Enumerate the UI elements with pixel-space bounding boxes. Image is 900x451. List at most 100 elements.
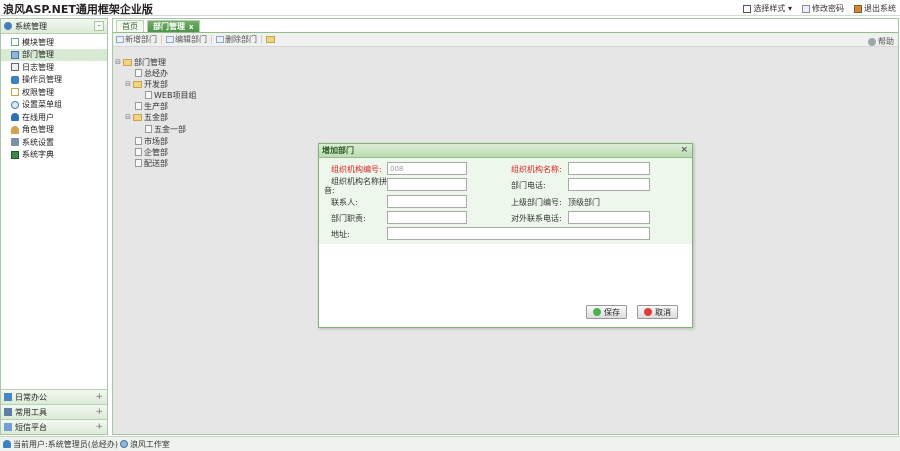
section-daily-office[interactable]: 日常办公 + [1,389,107,404]
tree-node[interactable]: 配送部 [135,158,168,168]
dialog-title: 增加部门 [322,146,354,155]
delete-department-button[interactable]: 删除部门 [216,34,257,45]
tab-home[interactable]: 首页 [116,20,144,32]
add-department-button[interactable]: 新增部门 [116,34,157,45]
tree-node-label: 部门管理 [134,57,166,67]
tree-node-label: 开发部 [144,79,168,89]
sidebar-header[interactable]: 系统管理 – [1,19,107,34]
tree-icon [11,38,19,47]
dialog-form: 组织机构编号: 组织机构名称: 组织机构名称拼 音: 部门电话: 联系人: 上级… [319,158,692,244]
expand-icon: + [95,422,103,432]
cancel-button[interactable]: 取消 [637,305,678,319]
sidebar-menu: 模块管理 部门管理 日志管理 操作员管理 权限管理 设置菜单组 在线用户 角色管… [1,34,107,161]
add-label: 新增部门 [125,35,157,44]
contact-label: 联系人: [331,198,358,207]
page-icon [135,148,142,156]
edit-department-button[interactable]: 编辑部门 [166,34,207,45]
sidebar-item-label: 部门管理 [22,50,54,60]
studio-text: 浪风工作室 [129,439,170,449]
toolbar-divider [261,35,262,44]
sidebar-item-logs[interactable]: 日志管理 [1,61,107,74]
sidebar-item-online-users[interactable]: 在线用户 [1,111,107,124]
sidebar-item-modules[interactable]: 模块管理 [1,36,107,49]
form-row: 部门职责: 对外联系电话: [319,211,692,227]
online-user-icon [11,113,19,122]
toolbar: 新增部门 编辑部门 删除部门 帮助 [113,33,898,47]
section-label: 日常办公 [15,392,47,402]
expander-icon[interactable]: ⊟ [115,58,121,66]
sms-icon [4,423,12,431]
add-icon [116,36,124,43]
form-row: 组织机构名称拼 音: 部门电话: [319,177,692,195]
tree-node[interactable]: 生产部 [135,101,168,111]
section-label: 常用工具 [15,407,47,417]
change-password-link[interactable]: 修改密码 [802,3,844,14]
folder-icon [266,36,275,43]
cancel-icon [644,308,652,316]
tree-node-root[interactable]: ⊟ 部门管理 [115,57,166,67]
sidebar-sections: 日常办公 + 常用工具 + 短信平台 + [1,389,107,434]
contact-input[interactable] [387,195,467,208]
section-common-tools[interactable]: 常用工具 + [1,404,107,419]
header-links: 选择样式 ▾ 修改密码 退出系统 [743,3,896,14]
address-input[interactable] [387,227,650,240]
tree-node-label: WEB项目组 [154,90,197,100]
section-sms-platform[interactable]: 短信平台 + [1,419,107,434]
select-style-link[interactable]: 选择样式 ▾ [743,3,792,14]
sidebar-item-dictionary[interactable]: 系统字典 [1,149,107,162]
tree-node[interactable]: 总经办 [135,68,168,78]
delete-icon [216,36,224,43]
phone-label: 部门电话: [511,181,546,190]
help-button[interactable]: 帮助 [868,36,894,47]
tools-icon [4,408,12,416]
tree-node-label: 企管部 [144,147,168,157]
sidebar-item-permissions[interactable]: 权限管理 [1,86,107,99]
org-code-input[interactable] [387,162,467,175]
folder-button[interactable] [266,36,275,43]
form-row: 地址: [319,227,692,243]
tree-node-label: 总经办 [144,68,168,78]
sidebar-item-label: 角色管理 [22,125,54,135]
door-icon [854,4,862,13]
tree-node[interactable]: ⊟ 开发部 [125,79,168,89]
org-code-label: 组织机构编号: [331,165,382,174]
check-icon [593,308,601,316]
tree-node-label: 市场部 [144,136,168,146]
select-style-label: 选择样式 ▾ [753,4,792,13]
save-button[interactable]: 保存 [586,305,627,319]
tree-node[interactable]: ⊟ 五金部 [125,112,168,122]
tab-label: 首页 [122,22,138,31]
expander-icon[interactable]: ⊟ [125,113,131,121]
org-name-input[interactable] [568,162,650,175]
tree-node[interactable]: WEB项目组 [145,90,196,100]
phone-input[interactable] [568,178,650,191]
help-icon [868,37,876,46]
org-pinyin-label: 组织机构名称拼 [331,177,387,186]
delete-label: 删除部门 [225,35,257,44]
tree-node[interactable]: 市场部 [135,136,168,146]
close-icon[interactable]: x [189,23,194,31]
tree-node[interactable]: 五金一部 [145,124,186,134]
duty-input[interactable] [387,211,467,224]
tree-node-label: 配送部 [144,158,168,168]
collapse-button[interactable]: – [94,21,104,31]
sidebar-item-system-settings[interactable]: 系统设置 [1,136,107,149]
sidebar-item-roles[interactable]: 角色管理 [1,124,107,137]
sidebar: 系统管理 – 模块管理 部门管理 日志管理 操作员管理 权限管理 设置菜单组 在… [0,18,108,435]
sidebar-item-operators[interactable]: 操作员管理 [1,74,107,87]
org-pinyin-input[interactable] [387,178,467,191]
logout-link[interactable]: 退出系统 [854,3,896,14]
dialog-body: 保存 取消 [319,244,692,327]
page-icon [135,159,142,167]
close-icon[interactable]: × [680,145,688,155]
sidebar-item-departments[interactable]: 部门管理 [1,48,107,61]
tree-node[interactable]: 企管部 [135,147,168,157]
sidebar-item-menu-groups[interactable]: 设置菜单组 [1,99,107,112]
dialog-header[interactable]: 增加部门 × [319,144,692,158]
log-icon [11,63,19,72]
expander-icon[interactable]: ⊟ [125,80,131,88]
ext-phone-input[interactable] [568,211,650,224]
logout-label: 退出系统 [864,4,896,13]
tab-department-management[interactable]: 部门管理 x [147,20,200,32]
org-name-label: 组织机构名称: [511,165,562,174]
